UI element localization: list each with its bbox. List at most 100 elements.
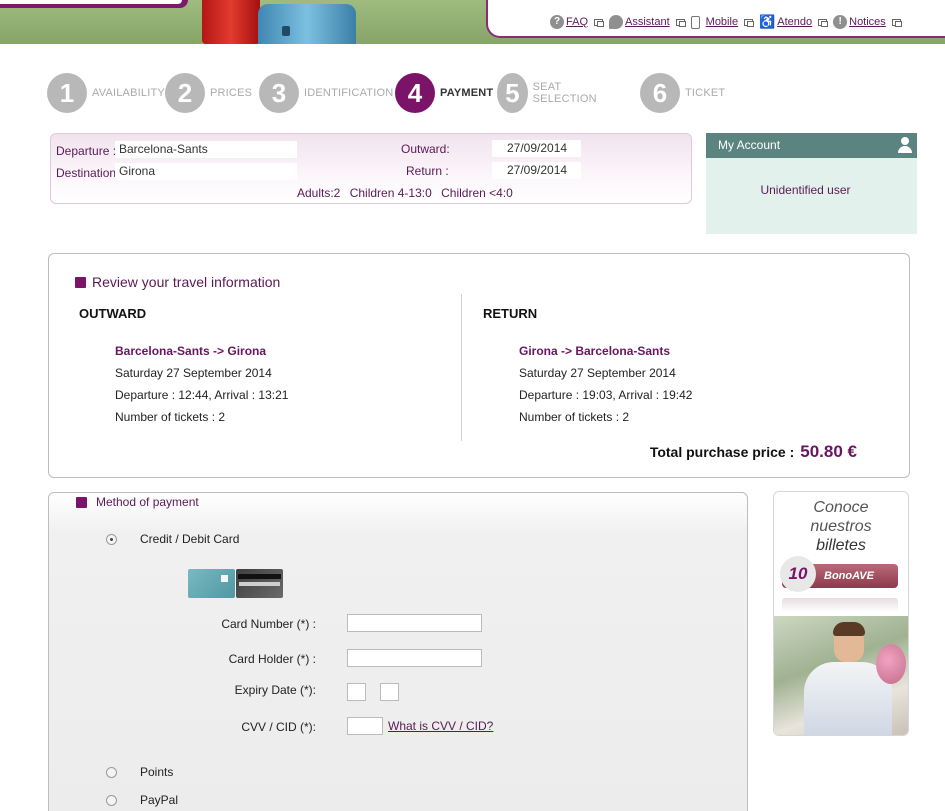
step-number: 4: [395, 73, 435, 113]
step-number: 5: [497, 73, 528, 113]
debit-card-icon: [236, 569, 283, 598]
card-holder-label: Card Holder (*) :: [228, 652, 316, 666]
user-icon[interactable]: [897, 137, 913, 153]
expiry-year-input[interactable]: [380, 683, 399, 701]
header-banner: ? FAQ Assistant Mobile ♿ Atendo ! Notice…: [0, 0, 945, 44]
step-label: PAYMENT: [440, 87, 494, 99]
bonoave-number-badge: 10: [780, 556, 816, 592]
notices-link[interactable]: Notices: [849, 16, 886, 28]
departure-label: Departure :: [56, 144, 117, 158]
card-number-input[interactable]: [347, 614, 482, 632]
step-label: IDENTIFICATION: [304, 87, 394, 99]
return-date: 27/09/2014: [492, 162, 581, 179]
children-4-13-count: Children 4-13:0: [349, 186, 432, 200]
return-leg: Girona -> Barcelona-Sants Saturday 27 Se…: [519, 340, 692, 428]
question-icon: ?: [550, 15, 564, 29]
expiry-month-input[interactable]: [347, 683, 366, 701]
step-payment: 4 PAYMENT: [395, 73, 493, 113]
accessibility-icon: ♿: [759, 14, 776, 29]
bonoave-promo-banner[interactable]: Conoce nuestros billetes BonoAVE 10: [773, 491, 909, 736]
bullet-square-icon: [75, 276, 86, 288]
external-window-icon: [818, 18, 829, 27]
step-prices: 2 PRICES: [165, 73, 252, 113]
step-number: 1: [47, 73, 87, 113]
paypal-label[interactable]: PayPal: [140, 793, 178, 807]
return-label: Return :: [406, 164, 449, 178]
alert-icon: !: [833, 15, 848, 29]
outward-times: Departure : 12:44, Arrival : 13:21: [115, 388, 289, 402]
payment-title-text: Method of payment: [96, 495, 199, 509]
blue-suitcase: [258, 4, 356, 44]
header-left-tab: [0, 0, 188, 8]
return-tickets: Number of tickets : 2: [519, 410, 630, 424]
photo-flowers: [876, 644, 906, 684]
external-window-icon: [744, 18, 755, 27]
journey-summary: Departure : Barcelona-Sants Destination …: [50, 133, 692, 204]
paypal-radio[interactable]: [106, 795, 117, 806]
cvv-label: CVV / CID (*):: [241, 720, 316, 734]
my-account-header[interactable]: My Account: [706, 133, 917, 158]
return-date-text: Saturday 27 September 2014: [519, 366, 676, 380]
children-under-4-count: Children <4:0: [441, 186, 513, 200]
outward-label: Outward:: [401, 142, 450, 156]
card-number-label: Card Number (*) :: [221, 617, 316, 631]
points-radio[interactable]: [106, 767, 117, 778]
outward-route: Barcelona-Sants -> Girona: [115, 344, 267, 358]
credit-card-radio[interactable]: [106, 534, 117, 545]
promo-line-1: Conoce: [813, 499, 869, 516]
step-number: 6: [640, 73, 680, 113]
faq-link[interactable]: FAQ: [566, 16, 588, 28]
destination-value: Girona: [115, 163, 297, 180]
step-label: AVAILABILITY: [92, 87, 165, 99]
step-identification: 3 IDENTIFICATION: [259, 73, 393, 113]
external-window-icon: [891, 18, 902, 27]
top-links: ? FAQ Assistant Mobile ♿ Atendo ! Notice…: [548, 13, 905, 31]
ribbon-reflection: [782, 598, 898, 612]
step-label: TICKET: [685, 87, 726, 99]
expiry-date-label: Expiry Date (*):: [234, 683, 316, 697]
cvv-input[interactable]: [347, 717, 383, 735]
passenger-counts: Adults:2 Children 4-13:0 Children <4:0: [297, 186, 519, 200]
step-seat-selection: 5 SEAT SELECTION: [497, 73, 606, 113]
points-label[interactable]: Points: [140, 765, 173, 779]
outward-date: 27/09/2014: [492, 140, 581, 157]
step-label: SEAT SELECTION: [532, 81, 597, 105]
payment-title: Method of payment: [76, 495, 199, 509]
review-title: Review your travel information: [75, 274, 280, 290]
mobile-icon: [690, 15, 700, 29]
step-ticket: 6 TICKET: [640, 73, 725, 113]
credit-card-icon: [188, 569, 235, 598]
return-heading: RETURN: [483, 306, 538, 321]
bullet-square-icon: [76, 496, 87, 508]
payment-method-panel: Method of payment Credit / Debit Card Ca…: [48, 492, 748, 811]
total-price-label: Total purchase price :: [649, 444, 795, 460]
total-price-value: 50.80 €: [800, 442, 857, 461]
outward-heading: OUTWARD: [79, 306, 147, 321]
return-route: Girona -> Barcelona-Sants: [519, 344, 671, 358]
total-price: Total purchase price : 50.80 €: [650, 442, 857, 462]
leg-divider: [461, 294, 462, 441]
outward-date-text: Saturday 27 September 2014: [115, 366, 272, 380]
review-travel-panel: Review your travel information OUTWARD B…: [48, 253, 910, 478]
chat-bubble-icon: [609, 15, 624, 29]
promo-text: Conoce nuestros billetes: [774, 498, 908, 555]
atendo-link[interactable]: Atendo: [777, 16, 812, 28]
my-account-panel: My Account Unidentified user: [706, 133, 917, 234]
what-is-cvv-link[interactable]: What is CVV / CID?: [388, 719, 493, 733]
external-window-icon: [594, 18, 605, 27]
promo-photo: [774, 616, 908, 735]
suitcases-image: [200, 0, 360, 44]
departure-value: Barcelona-Sants: [115, 141, 297, 158]
assistant-link[interactable]: Assistant: [625, 16, 670, 28]
step-availability: 1 AVAILABILITY: [47, 73, 165, 113]
card-holder-input[interactable]: [347, 649, 482, 667]
external-window-icon: [675, 18, 686, 27]
credit-card-label[interactable]: Credit / Debit Card: [140, 532, 239, 546]
promo-line-3: billetes: [816, 537, 866, 554]
destination-label: Destination: [56, 166, 117, 180]
outward-tickets: Number of tickets : 2: [115, 410, 226, 424]
mobile-link[interactable]: Mobile: [706, 16, 738, 28]
outward-leg: Barcelona-Sants -> Girona Saturday 27 Se…: [115, 340, 288, 428]
adults-count: Adults:2: [297, 186, 341, 200]
promo-line-2: nuestros: [810, 518, 872, 535]
